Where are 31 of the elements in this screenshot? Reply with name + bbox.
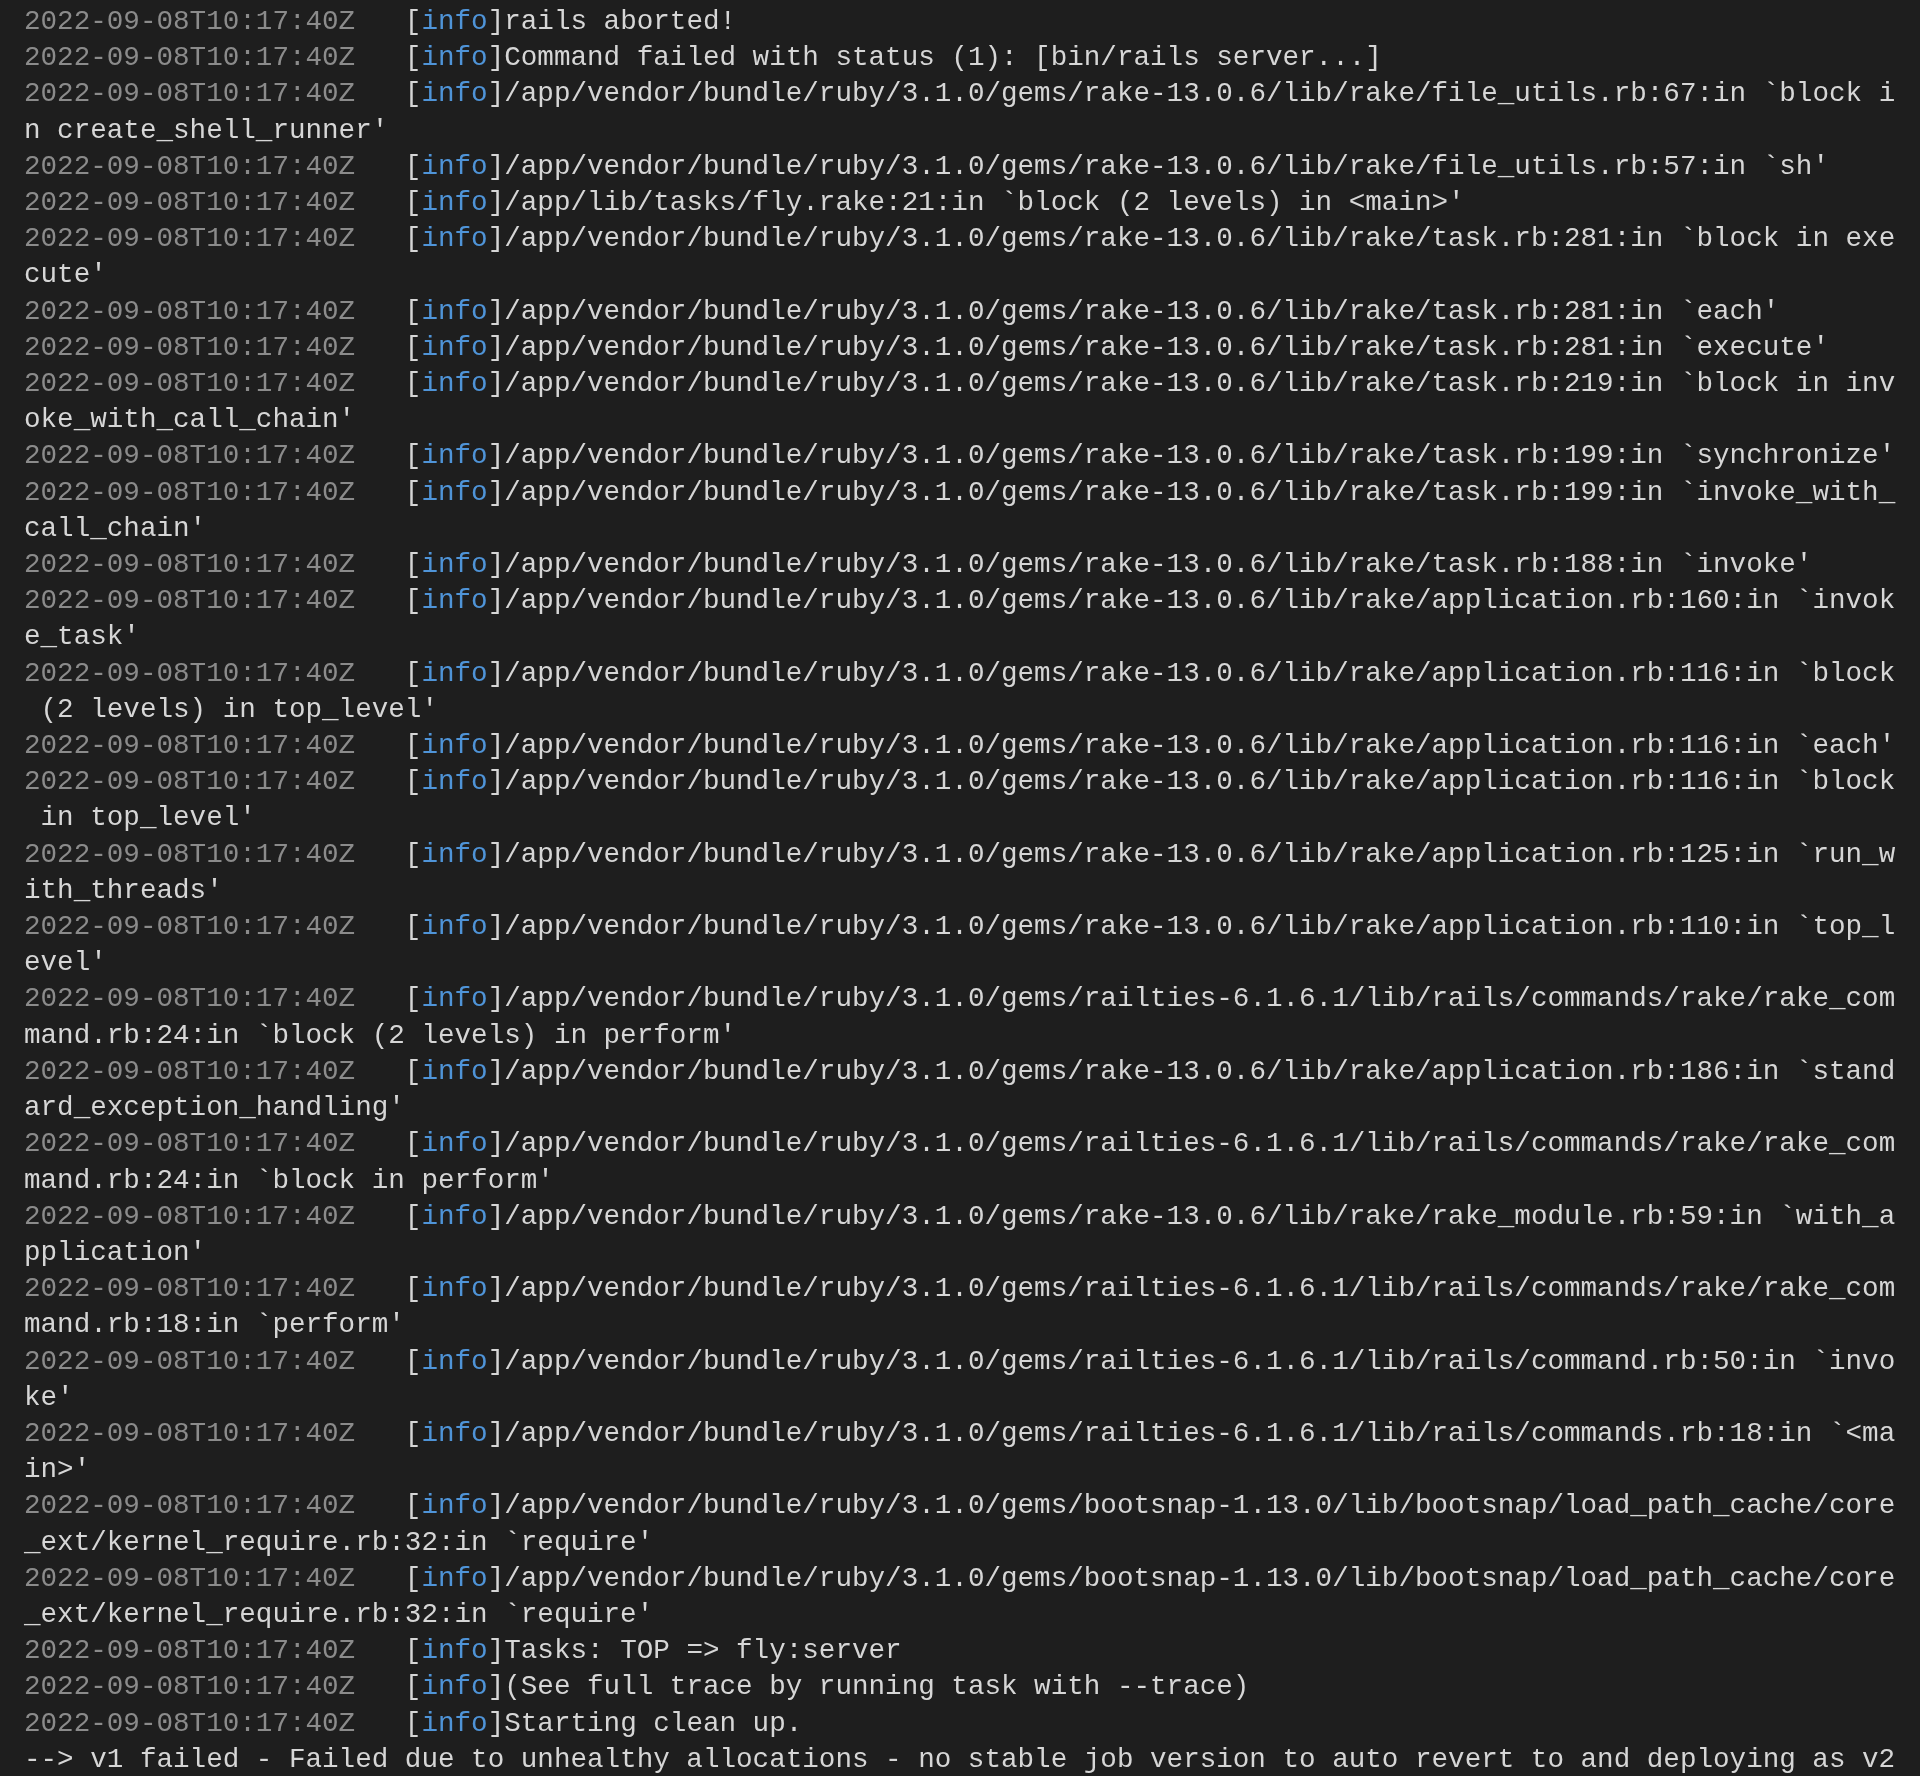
log-line: 2022-09-08T10:17:40Z [info]/app/vendor/bundle/ruby/3.1.0/gems/rake-13.0.6/lib/rake/task.rb:281:in `block in execute' — [24, 222, 1897, 293]
log-line: 2022-09-08T10:17:40Z [info]/app/vendor/bundle/ruby/3.1.0/gems/railties-6.1.6.1/lib/rails/commands/rake/rake_command.rb:24:in `block in perform' — [24, 1127, 1897, 1198]
log-line: 2022-09-08T10:17:40Z [info]/app/vendor/bundle/ruby/3.1.0/gems/railties-6.1.6.1/lib/rails/command.rb:50:in `invoke' — [24, 1344, 1897, 1415]
log-line: 2022-09-08T10:17:40Z [info]rails aborted! — [24, 5, 738, 39]
log-line: 2022-09-08T10:17:40Z [info]/app/lib/tasks/fly.rake:21:in `block (2 levels) in <main>' — [24, 186, 1466, 220]
log-line: 2022-09-08T10:17:40Z [info]Command failed with status (1): [bin/rails server...] — [24, 41, 1383, 76]
log-line: 2022-09-08T10:17:40Z [info]/app/vendor/bundle/ruby/3.1.0/gems/railties-6.1.6.1/lib/rails/commands/rake/rake_command.rb:18:in `perform' — [24, 1272, 1897, 1343]
deploy-status-message: --> v1 failed - Failed due to unhealthy allocations - no stable job version to auto revert to and deploying as v2 — [24, 1742, 1897, 1776]
log-line: 2022-09-08T10:17:40Z [info]/app/vendor/bundle/ruby/3.1.0/gems/bootsnap-1.13.0/lib/bootsnap/load_path_cache/core_ext/kernel_require.rb:32:in `require' — [24, 1489, 1897, 1560]
log-line: 2022-09-08T10:17:40Z [info]/app/vendor/bundle/ruby/3.1.0/gems/rake-13.0.6/lib/rake/task.rb:199:in `invoke_with_call_chain' — [24, 475, 1897, 546]
log-line: 2022-09-08T10:17:40Z [info]/app/vendor/bundle/ruby/3.1.0/gems/rake-13.0.6/lib/rake/application.rb:116:in `block (2 levels) in top_level' — [24, 656, 1897, 727]
log-line: 2022-09-08T10:17:40Z [info]Tasks: TOP => fly:server — [24, 1634, 903, 1669]
log-line: 2022-09-08T10:17:40Z [info]/app/vendor/bundle/ruby/3.1.0/gems/rake-13.0.6/lib/rake/task.rb:219:in `block in invoke_with_call_chain' — [24, 367, 1897, 438]
log-line: 2022-09-08T10:17:40Z [info]/app/vendor/bundle/ruby/3.1.0/gems/rake-13.0.6/lib/rake/task.rb:281:in `execute' — [24, 330, 1830, 365]
log-line: 2022-09-08T10:17:40Z [info]/app/vendor/bundle/ruby/3.1.0/gems/rake-13.0.6/lib/rake/file_utils.rb:67:in `block in create_shell_runner' — [24, 77, 1897, 148]
log-line: 2022-09-08T10:17:40Z [info]/app/vendor/bundle/ruby/3.1.0/gems/railties-6.1.6.1/lib/rails/commands/rake/rake_command.rb:24:in `block (2 levels) in perform' — [24, 982, 1897, 1053]
log-line: 2022-09-08T10:17:40Z [info]/app/vendor/bundle/ruby/3.1.0/gems/rake-13.0.6/lib/rake/application.rb:116:in `block in top_level' — [24, 765, 1897, 836]
log-line: 2022-09-08T10:17:40Z [info]/app/vendor/bundle/ruby/3.1.0/gems/bootsnap-1.13.0/lib/bootsnap/load_path_cache/core_ext/kernel_require.rb:32:in `require' — [24, 1561, 1897, 1632]
log-line: 2022-09-08T10:17:40Z [info]/app/vendor/bundle/ruby/3.1.0/gems/rake-13.0.6/lib/rake/application.rb:116:in `each' — [24, 729, 1897, 764]
log-line: 2022-09-08T10:17:40Z [info]/app/vendor/bundle/ruby/3.1.0/gems/rake-13.0.6/lib/rake/application.rb:186:in `standard_exception_handling' — [24, 1054, 1897, 1126]
log-line: 2022-09-08T10:17:40Z [info]/app/vendor/bundle/ruby/3.1.0/gems/rake-13.0.6/lib/rake/rake_module.rb:59:in `with_application' — [24, 1199, 1897, 1270]
log-line: 2022-09-08T10:17:40Z [info]/app/vendor/bundle/ruby/3.1.0/gems/rake-13.0.6/lib/rake/task.rb:281:in `each' — [24, 294, 1781, 329]
log-line: 2022-09-08T10:17:40Z [info]Starting clean up. — [24, 1706, 804, 1741]
log-line: 2022-09-08T10:17:40Z [info]/app/vendor/bundle/ruby/3.1.0/gems/rake-13.0.6/lib/rake/file_utils.rb:57:in `sh' — [24, 149, 1830, 184]
log-line: 2022-09-08T10:17:40Z [info]/app/vendor/bundle/ruby/3.1.0/gems/rake-13.0.6/lib/rake/task.rb:199:in `synchronize' — [24, 439, 1897, 474]
log-line: 2022-09-08T10:17:40Z [info](See full trace by running task with --trace) — [24, 1670, 1251, 1705]
log-line: 2022-09-08T10:17:40Z [info]/app/vendor/bundle/ruby/3.1.0/gems/rake-13.0.6/lib/rake/application.rb:125:in `run_with_threads' — [24, 837, 1897, 908]
log-line: 2022-09-08T10:17:40Z [info]/app/vendor/bundle/ruby/3.1.0/gems/rake-13.0.6/lib/rake/application.rb:160:in `invoke_task' — [24, 584, 1897, 655]
log-line: 2022-09-08T10:17:40Z [info]/app/vendor/bundle/ruby/3.1.0/gems/rake-13.0.6/lib/rake/task.rb:188:in `invoke' — [24, 548, 1814, 583]
log-line: 2022-09-08T10:17:40Z [info]/app/vendor/bundle/ruby/3.1.0/gems/rake-13.0.6/lib/rake/application.rb:110:in `top_level' — [24, 910, 1897, 981]
log-line: 2022-09-08T10:17:40Z [info]/app/vendor/bundle/ruby/3.1.0/gems/railties-6.1.6.1/lib/rails/commands.rb:18:in `<main>' — [24, 1416, 1897, 1488]
